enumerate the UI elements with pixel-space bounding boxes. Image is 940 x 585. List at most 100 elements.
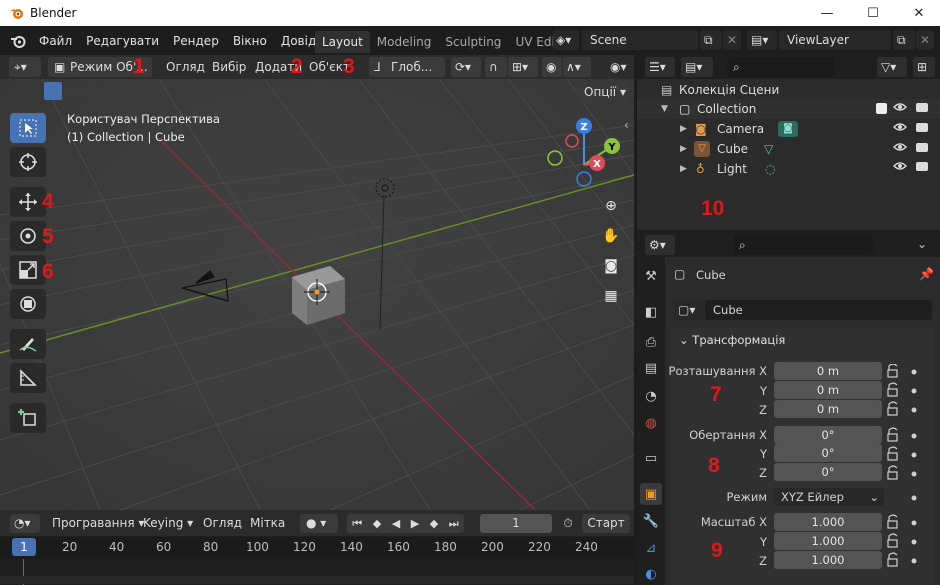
expand-right-icon[interactable]: ▶ [680, 139, 687, 159]
cursor-tool[interactable] [10, 147, 46, 177]
menu-window[interactable]: Вікно [226, 34, 274, 48]
transform-tool[interactable] [10, 289, 46, 319]
annotate-tool[interactable] [10, 329, 46, 359]
jump-end-icon[interactable]: ⏭ [449, 514, 459, 533]
modifier-tab-icon[interactable]: 🔧 [640, 510, 662, 532]
3d-viewport[interactable]: ⌖▾ Режим Об'... ▣ Огляд Вибір Додати Об'… [0, 55, 634, 510]
play-icon[interactable]: ▶ [411, 514, 419, 533]
object-name-field[interactable]: Cube [705, 300, 932, 320]
collection-tab-icon[interactable]: ▭ [640, 447, 662, 469]
menu-render[interactable]: Рендер [166, 34, 226, 48]
perspective-toggle-button[interactable]: ▦ [599, 284, 623, 308]
timeline-ruler[interactable]: 1 20 40 60 80 100 120 140 160 180 200 22… [0, 537, 634, 559]
outliner-editor-type[interactable]: ☰▾ [645, 57, 675, 77]
pin-icon[interactable]: 📌 [919, 267, 934, 281]
render-tab-icon[interactable]: ◧ [640, 301, 662, 323]
add-cube-tool[interactable] [10, 403, 46, 433]
select-menu[interactable]: Вибір [212, 57, 246, 77]
object-browse-button[interactable]: ▢▾ [674, 300, 704, 320]
view-layer-selector-button[interactable]: ▤▾ [747, 30, 777, 50]
playback-menu[interactable]: Програвання ▾ [52, 514, 144, 533]
stopwatch-icon[interactable]: ⏱ [558, 514, 578, 533]
rotation-mode-dropdown[interactable]: XYZ Ейлер ⌄ [774, 488, 884, 506]
move-tool[interactable] [10, 187, 46, 217]
expand-right-icon[interactable]: ▶ [680, 119, 687, 139]
editor-type-button[interactable]: ⌖▾ [9, 57, 41, 77]
next-keyframe-icon[interactable]: ◆ [430, 514, 438, 533]
proportional-falloff-dropdown[interactable]: ∧▾ [563, 57, 591, 77]
new-scene-button[interactable]: ⧉ [700, 30, 722, 50]
navigation-gizmo[interactable]: Z Y X [545, 117, 623, 189]
rotate-tool[interactable] [10, 221, 46, 251]
menu-edit[interactable]: Редагувати [79, 34, 166, 48]
scale-tool[interactable] [10, 255, 46, 285]
camera-view-button[interactable]: ◙ [599, 254, 623, 278]
object-tab-icon[interactable]: ▣ [640, 483, 662, 505]
tab-layout[interactable]: Layout [315, 31, 370, 53]
timeline-scrollbar[interactable] [0, 576, 634, 584]
jump-start-icon[interactable]: ⏮ [352, 514, 362, 533]
current-frame-badge[interactable]: 1 [12, 538, 36, 556]
output-tab-icon[interactable]: ⎙ [640, 331, 662, 353]
physics-tab-icon[interactable]: ◐ [640, 563, 662, 585]
location-y-field[interactable]: 0 m [774, 381, 882, 399]
select-intersect-button[interactable] [122, 82, 140, 100]
outliner-search-input[interactable]: ⌕ [727, 57, 835, 77]
visibility-toggles[interactable] [893, 102, 937, 182]
options-dropdown[interactable]: Опції ▾ [577, 82, 629, 102]
select-invert-button[interactable] [102, 82, 121, 100]
transform-orientation-dropdown[interactable]: Глоб... ⅃ [369, 57, 445, 77]
properties-editor-type[interactable]: ⚙▾ [645, 235, 675, 255]
particles-tab-icon[interactable]: ⊿ [640, 537, 662, 559]
timeline-editor-type[interactable]: ◔▾ [10, 514, 40, 533]
light-data-icon[interactable]: ◌ [765, 159, 775, 179]
properties-editor[interactable]: ⚙▾ ⌕ ⌄ ⚒ ◧ ⎙ ▤ ◔ ◍ ▭ ▣ 🔧 ⊿ ◐ ▢ Cube 📌 ▢▾… [637, 233, 940, 585]
world-tab-icon[interactable]: ◍ [640, 412, 662, 434]
current-frame-field[interactable]: 1 [480, 514, 552, 533]
view-layer-field[interactable]: ViewLayer [779, 30, 891, 50]
play-reverse-icon[interactable]: ◀ [392, 514, 400, 533]
marker-menu[interactable]: Мітка [250, 514, 285, 533]
chevron-down-icon[interactable]: ⌄ [917, 237, 927, 251]
maximize-button[interactable]: ☐ [850, 0, 896, 26]
menu-file[interactable]: Файл [32, 34, 79, 48]
scale-x-field[interactable]: 1.000 [774, 513, 882, 531]
camera-data-icon[interactable]: ◙ [778, 121, 798, 137]
view-layer-tab-icon[interactable]: ▤ [640, 357, 662, 379]
close-button[interactable]: ✕ [896, 0, 940, 26]
mesh-data-icon[interactable]: ▽ [764, 139, 773, 159]
timeline-view-menu[interactable]: Огляд [203, 514, 242, 533]
tool-tab-icon[interactable]: ⚒ [640, 265, 662, 287]
display-mode-dropdown[interactable]: ▤▾ [681, 57, 713, 77]
expand-right-icon[interactable]: ▶ [680, 159, 687, 179]
select-box-tool[interactable] [10, 113, 46, 143]
view-menu[interactable]: Огляд [166, 57, 205, 77]
location-x-field[interactable]: 0 m [774, 362, 882, 380]
snap-target-dropdown[interactable]: ⊞▾ [508, 57, 538, 77]
tab-modeling[interactable]: Modeling [370, 31, 439, 53]
tab-sculpting[interactable]: Sculpting [438, 31, 508, 53]
scale-z-field[interactable]: 1.000 [774, 551, 882, 569]
outliner-editor[interactable]: ☰▾ ▤▾ ⌕ ▽▾ ⊞ ▤ Колекція Сцени ▼ ▢ Collec… [637, 55, 940, 230]
new-view-layer-button[interactable]: ⧉ [893, 30, 915, 50]
expand-down-icon[interactable]: ▼ [661, 99, 668, 119]
select-extend-button[interactable] [63, 82, 82, 100]
scene-selector-button[interactable]: ◈▾ [553, 30, 579, 50]
location-z-field[interactable]: 0 m [774, 400, 882, 418]
lock-and-keyframe-column[interactable] [887, 364, 921, 569]
timeline-editor[interactable]: ◔▾ Програвання ▾ Keying ▾ Огляд Мітка ● … [0, 510, 634, 585]
remove-view-layer-button[interactable]: ✕ [916, 30, 934, 50]
select-subtract-button[interactable] [83, 82, 101, 100]
auto-keying-toggle[interactable]: ● ▾ [300, 514, 338, 533]
sidebar-toggle-chevron-icon[interactable]: ‹ [624, 118, 629, 132]
start-frame-field[interactable]: Старт [582, 514, 630, 533]
minimize-button[interactable]: — [804, 0, 850, 26]
proportional-edit-toggle[interactable]: ◉ [542, 57, 562, 77]
rotation-x-field[interactable]: 0° [774, 426, 882, 444]
pan-view-button[interactable]: ✋ [599, 224, 623, 248]
scene-field[interactable]: Scene [582, 30, 698, 50]
properties-search-input[interactable]: ⌕ [733, 235, 873, 255]
outliner-scene-collection-row[interactable]: ▤ Колекція Сцени [637, 80, 940, 100]
scale-y-field[interactable]: 1.000 [774, 532, 882, 550]
scene-tab-icon[interactable]: ◔ [640, 385, 662, 407]
